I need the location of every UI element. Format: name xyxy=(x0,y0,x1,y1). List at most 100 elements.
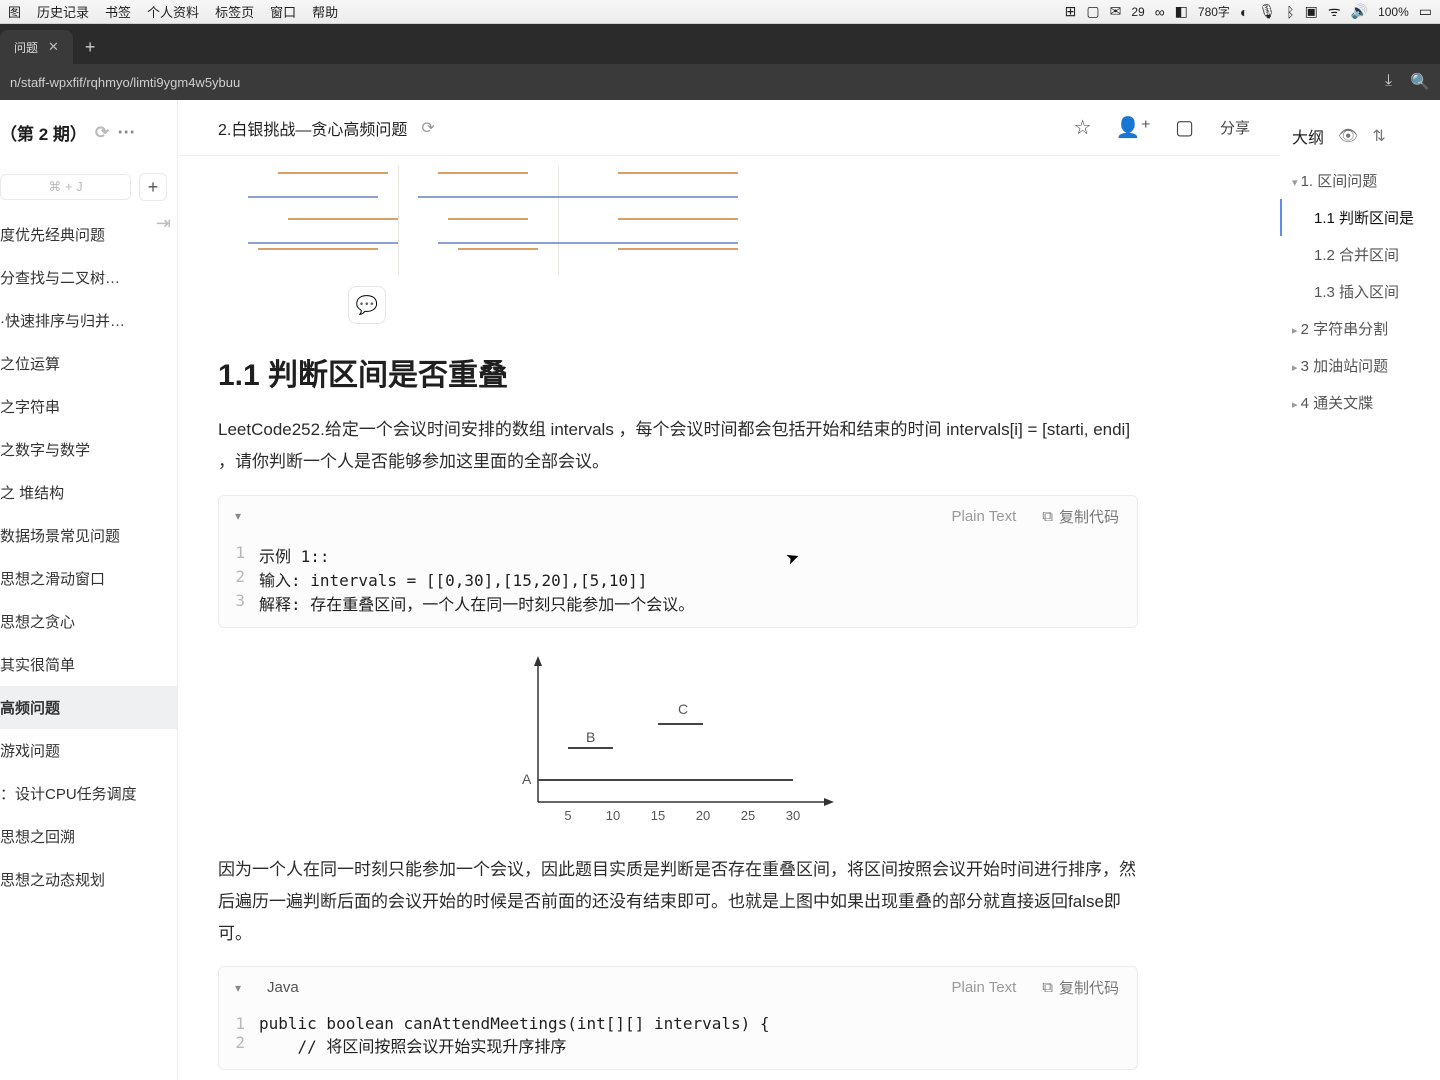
chevron-down-icon[interactable]: ▾ xyxy=(235,981,241,995)
menu-item[interactable]: 历史记录 xyxy=(37,2,89,21)
code-body: 1public boolean canAttendMeetings(int[][… xyxy=(219,1008,1137,1069)
chevron-down-icon[interactable]: ▾ xyxy=(235,509,241,523)
sync-icon[interactable]: ∞ xyxy=(1155,4,1165,20)
sidebar-item[interactable]: 思想之动态规划 xyxy=(0,858,177,901)
browser-tabstrip: 问题 ✕ + xyxy=(0,24,1440,64)
sidebar-item[interactable]: 游戏问题 xyxy=(0,729,177,772)
quick-search[interactable]: ⌘ + J xyxy=(0,174,131,200)
install-icon[interactable]: ⤓ xyxy=(1385,72,1392,92)
wechat-icon[interactable]: ✉ xyxy=(1110,3,1122,20)
browser-tab[interactable]: 问题 ✕ xyxy=(0,30,73,64)
code-lang-label: Java xyxy=(267,979,299,996)
mic-icon[interactable]: 🎙 xyxy=(1258,3,1276,20)
sidebar-item[interactable]: ：设计CPU任务调度 xyxy=(0,772,177,815)
svg-text:C: C xyxy=(678,701,688,717)
left-sidebar: （第 2 期） ⟳ ⋯ ⌘ + J + ⇥ 度优先经典问题分查找与二叉树…·快速… xyxy=(0,100,178,1080)
menu-item[interactable]: 个人资料 xyxy=(147,2,199,21)
code-block-java: ▾ Java Plain Text ⧉ 复制代码 1public boolean… xyxy=(218,966,1138,1070)
sidebar-item[interactable]: 分查找与二叉树… xyxy=(0,256,177,299)
section-heading: 1.1 判断区间是否重叠 xyxy=(218,350,1138,394)
document-area: 2.白银挑战—贪心高频问题 ⟳ ☆ 👤⁺ ▢ 分享 xyxy=(178,100,1280,1080)
sidebar-item[interactable]: 之 堆结构 xyxy=(0,471,177,514)
outline-panel: 大纲 👁 ⇅ 1. 区间问题1.1 判断区间是1.2 合并区间1.3 插入区间2… xyxy=(1280,100,1440,1080)
add-person-icon[interactable]: 👤⁺ xyxy=(1116,115,1151,140)
sidebar-item[interactable]: 其实很简单 xyxy=(0,643,177,686)
interval-axis-figure: 5 10 15 20 25 30 A B C xyxy=(218,652,1138,832)
menubar-app-menus: 图 历史记录 书签 个人资料 标签页 窗口 帮助 xyxy=(8,2,338,21)
square-icon[interactable]: ▣ xyxy=(1305,3,1318,20)
interval-diagram-top xyxy=(218,166,1138,276)
sidebar-item[interactable]: ·快速排序与归并… xyxy=(0,299,177,342)
copy-label: 复制代码 xyxy=(1059,977,1119,998)
app2-icon[interactable]: ◧ xyxy=(1175,3,1188,20)
menu-item[interactable]: 图 xyxy=(8,2,21,21)
sidebar-item[interactable]: 之字符串 xyxy=(0,385,177,428)
svg-text:20: 20 xyxy=(696,808,710,823)
axis-svg: 5 10 15 20 25 30 A B C xyxy=(498,652,858,832)
menu-item[interactable]: 书签 xyxy=(105,2,131,21)
star-icon[interactable]: ☆ xyxy=(1074,115,1092,140)
svg-text:10: 10 xyxy=(606,808,620,823)
code-type-label: Plain Text xyxy=(952,979,1017,996)
svg-text:30: 30 xyxy=(786,808,800,823)
paragraph: 因为一个人在同一时刻只能参加一个会议，因此题目实质是判断是否存在重叠区间，将区间… xyxy=(218,854,1138,951)
battery-icon: ▭ xyxy=(1419,3,1432,20)
sidebar-item[interactable]: 之数字与数学 xyxy=(0,428,177,471)
workspace-title[interactable]: （第 2 期） ⟳ ⋯ xyxy=(0,110,177,155)
menu-item[interactable]: 帮助 xyxy=(312,2,338,21)
outline-label[interactable]: 大纲 xyxy=(1292,124,1324,148)
zoom-icon[interactable]: 🔍 xyxy=(1410,72,1430,92)
close-icon[interactable]: ✕ xyxy=(48,39,59,55)
sidebar-item[interactable]: 度优先经典问题 xyxy=(0,213,156,256)
svg-text:5: 5 xyxy=(564,808,571,823)
sidebar-item[interactable]: 思想之贪心 xyxy=(0,600,177,643)
svg-text:B: B xyxy=(586,729,595,745)
sidebar-item[interactable]: 思想之滑动窗口 xyxy=(0,557,177,600)
sidebar-item[interactable]: 之位运算 xyxy=(0,342,177,385)
new-tab-button[interactable]: + xyxy=(73,30,108,64)
wifi-icon[interactable]: ᯤ xyxy=(1328,2,1341,21)
outline-item[interactable]: 1.3 插入区间 xyxy=(1292,273,1432,310)
sidebar-item[interactable]: 高频问题 xyxy=(0,686,177,729)
sidebar-item[interactable]: 数据场景常见问题 xyxy=(0,514,177,557)
word-count: 780字 xyxy=(1198,3,1230,20)
settings-icon[interactable]: ⇅ xyxy=(1372,126,1385,146)
moon-icon[interactable]: ◐ xyxy=(1240,4,1248,20)
tab-title: 问题 xyxy=(14,39,38,56)
camera-icon[interactable]: ▢ xyxy=(1086,3,1099,20)
code-line: 2 // 将区间按照会议开始实现升序排序 xyxy=(219,1033,1137,1057)
menu-item[interactable]: 标签页 xyxy=(215,2,254,21)
bt-icon[interactable]: ᛒ xyxy=(1286,4,1294,20)
menubar-status: ⊞ ▢ ✉ 29 ∞ ◧ 780字 ◐ 🎙 ᛒ ▣ ᯤ 🔊 100% ▭ xyxy=(1065,2,1432,21)
url-text[interactable]: n/staff-wpxfif/rqhmyo/limti9ygm4w5ybuu xyxy=(10,75,240,90)
menu-item[interactable]: 窗口 xyxy=(270,2,296,21)
outline-item[interactable]: 2 字符串分割 xyxy=(1292,310,1432,347)
comment-button[interactable]: 💬 xyxy=(348,286,386,324)
outline-item[interactable]: 1.2 合并区间 xyxy=(1292,236,1432,273)
copy-code-button[interactable]: ⧉ 复制代码 xyxy=(1042,506,1119,527)
wechat-badge: 29 xyxy=(1131,5,1144,19)
sidebar-item[interactable]: 思想之回溯 xyxy=(0,815,177,858)
eye-off-icon[interactable]: 👁 xyxy=(1338,126,1358,146)
copy-code-button[interactable]: ⧉ 复制代码 xyxy=(1042,977,1119,998)
app-icon[interactable]: ⊞ xyxy=(1065,3,1077,20)
breadcrumb[interactable]: 2.白银挑战—贪心高频问题 xyxy=(218,116,407,140)
code-line: 3解释: 存在重叠区间，一个人在同一时刻只能参加一个会议。 xyxy=(219,591,1137,615)
present-icon[interactable]: ▢ xyxy=(1175,115,1194,140)
paragraph: LeetCode252.给定一个会议时间安排的数组 intervals ，每个会… xyxy=(218,414,1138,479)
svg-text:A: A xyxy=(522,771,532,787)
sidebar-list: 度优先经典问题分查找与二叉树…·快速排序与归并…之位运算之字符串之数字与数学之 … xyxy=(0,213,177,901)
workspace-title-text: （第 2 期） xyxy=(0,120,87,145)
code-line: 1示例 1:: xyxy=(219,543,1137,567)
outline-item[interactable]: 4 通关文牒 xyxy=(1292,384,1432,421)
share-button[interactable]: 分享 xyxy=(1218,113,1252,142)
collapse-icon[interactable]: ⇥ xyxy=(156,213,171,234)
volume-icon[interactable]: 🔊 xyxy=(1351,3,1368,20)
macos-menubar: 图 历史记录 书签 个人资料 标签页 窗口 帮助 ⊞ ▢ ✉ 29 ∞ ◧ 78… xyxy=(0,0,1440,24)
outline-item[interactable]: 1.1 判断区间是 xyxy=(1280,199,1432,236)
code-line: 1public boolean canAttendMeetings(int[][… xyxy=(219,1014,1137,1033)
more-icon[interactable]: ⋯ xyxy=(117,122,137,143)
outline-item[interactable]: 3 加油站问题 xyxy=(1292,347,1432,384)
add-button[interactable]: + xyxy=(139,173,167,201)
outline-item[interactable]: 1. 区间问题 xyxy=(1292,162,1432,199)
